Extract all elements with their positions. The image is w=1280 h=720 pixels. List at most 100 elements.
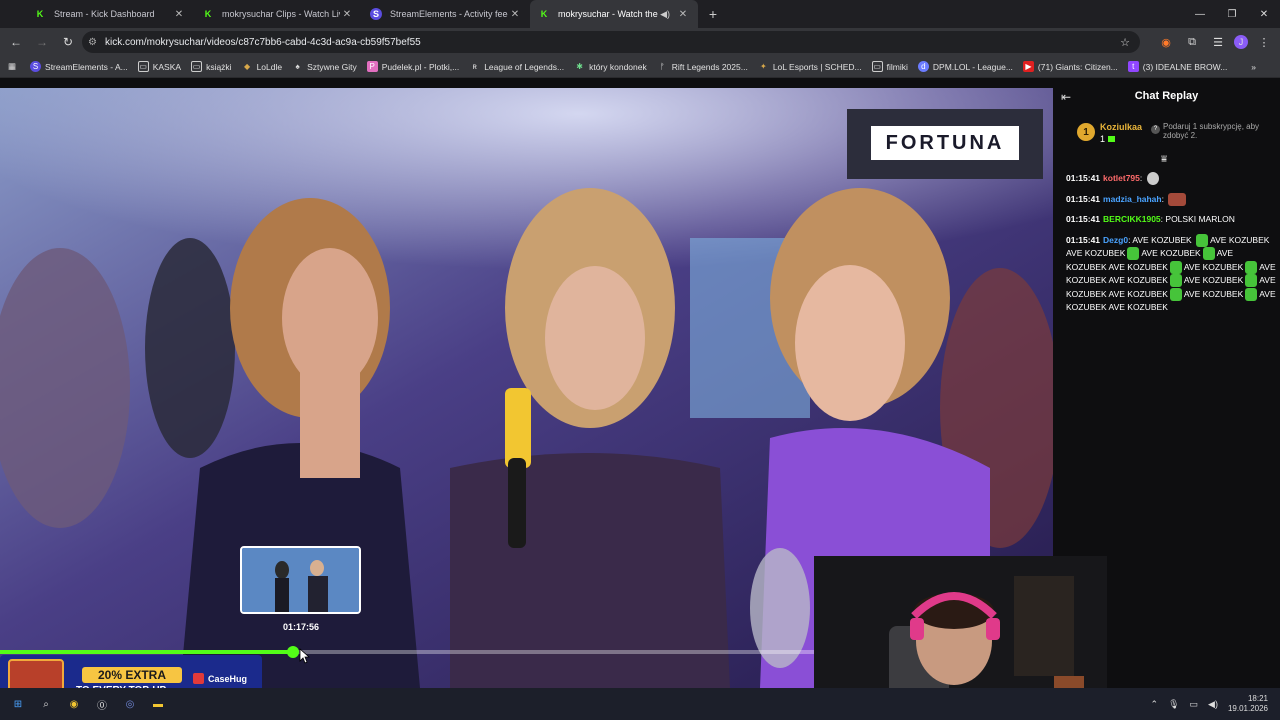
lolesports-icon: ✦ (759, 62, 767, 71)
ad-headline: 20% EXTRA (82, 667, 182, 683)
page-gap (0, 78, 1280, 88)
emote-icon (1245, 260, 1258, 274)
bookmarks-overflow-icon[interactable]: » (1251, 62, 1256, 72)
bookmark-item[interactable]: S StreamElements - A... (30, 61, 128, 72)
site-info-icon[interactable]: ⚙ (88, 37, 97, 48)
bookmark-label: LoL Esports | SCHED... (772, 61, 862, 72)
sponsor-text: FORTUNA (871, 126, 1019, 160)
bookmark-item[interactable]: ✦ LoL Esports | SCHED... (758, 61, 862, 72)
bookmark-folder[interactable]: ▭ filmiki (871, 61, 908, 72)
forward-icon[interactable]: → (30, 30, 54, 54)
league-icon: ʀ (472, 62, 477, 71)
network-icon[interactable]: ▭ (1190, 699, 1199, 710)
speaker-icon[interactable]: ◀) (660, 9, 670, 20)
search-icon[interactable]: ⌕ (38, 696, 54, 712)
bookmark-star-icon[interactable]: ☆ (1120, 36, 1130, 49)
chat-message: 01:15:41 madzia_hahah: (1066, 192, 1276, 207)
apps-grid-icon[interactable]: ▦ (8, 61, 16, 72)
tab-streamelements[interactable]: S StreamElements - Activity feed ✕ (362, 0, 530, 28)
close-icon[interactable]: ✕ (340, 9, 354, 20)
message-user[interactable]: Dezg0 (1103, 235, 1128, 245)
tab-kick-clips[interactable]: K mokrysuchar Clips - Watch Live ✕ (194, 0, 362, 28)
new-tab-button[interactable]: + (698, 0, 728, 28)
gift-icon: ? (1151, 125, 1160, 134)
bookmark-item[interactable]: d DPM.LOL - League... (917, 61, 1013, 72)
back-icon[interactable]: ← (4, 30, 28, 54)
progress-fill (0, 650, 294, 654)
bookmark-folder[interactable]: ▭ KASKA (137, 61, 181, 72)
emote-icon (1202, 247, 1215, 261)
tab-kick-dashboard[interactable]: K Stream - Kick Dashboard ✕ (26, 0, 194, 28)
menu-kebab-icon[interactable]: ⋮ (1254, 32, 1274, 52)
close-icon[interactable]: ✕ (172, 9, 186, 20)
url-text: kick.com/mokrysuchar/videos/c87c7bb6-cab… (104, 36, 421, 48)
chat-message: 01:15:41 Dezg0: AVE KOZUBEK AVE KOZUBEK A… (1066, 233, 1276, 315)
message-text: AVE KOZUBEK (1183, 261, 1244, 272)
volume-icon[interactable]: ◀) (1208, 699, 1218, 710)
bookmark-label: Pudelek.pl - Plotki,... (381, 61, 460, 72)
chevron-up-icon[interactable]: ⌃ (1151, 699, 1159, 710)
minimize-icon[interactable]: — (1184, 0, 1216, 28)
kick-icon: K (36, 9, 44, 19)
emote-icon (1169, 260, 1182, 274)
chat-filter-icon[interactable]: ⩸ (1161, 154, 1167, 165)
tab-title: mokrysuchar Clips - Watch Live (222, 9, 340, 19)
clock[interactable]: 18:21 19.01.2026 (1228, 694, 1268, 714)
discord-icon[interactable]: ◎ (122, 696, 138, 712)
extension-icon[interactable]: ◉ (1156, 32, 1176, 52)
mouse-cursor-icon (299, 648, 310, 664)
profile-avatar[interactable]: J (1234, 35, 1248, 49)
extensions-puzzle-icon[interactable]: ⧉ (1182, 32, 1202, 52)
reading-list-icon[interactable]: ☰ (1208, 32, 1228, 52)
message-user[interactable]: kotlet795 (1103, 173, 1140, 183)
tab-title: StreamElements - Activity feed (390, 9, 508, 19)
close-window-icon[interactable]: ✕ (1248, 0, 1280, 28)
taskbar-apps: ⊞ ⌕ ◉ ⓪ ◎ ▬ (10, 696, 166, 712)
message-text: AVE KOZUBEK (1066, 248, 1126, 258)
video-progress-bar[interactable] (0, 646, 815, 658)
leaderboard-username[interactable]: Koziulkaa (1100, 122, 1142, 132)
windows-start-icon[interactable]: ⊞ (10, 696, 26, 712)
close-icon[interactable]: ✕ (508, 9, 522, 20)
bookmark-item[interactable]: P Pudelek.pl - Plotki,... (366, 61, 460, 72)
chat-message: 01:15:41 kotlet795: (1066, 172, 1276, 186)
emote-icon (1196, 233, 1209, 247)
restore-icon[interactable]: ❐ (1216, 0, 1248, 28)
bookmark-label: który kondonek (589, 61, 647, 72)
clock-date: 19.01.2026 (1227, 704, 1268, 713)
message-user[interactable]: BERCIKK1905 (1103, 214, 1161, 224)
system-tray: ⌃ 🎙 ▭ ◀) 18:21 19.01.2026 (1151, 694, 1268, 714)
close-icon[interactable]: ✕ (676, 9, 690, 20)
rank-medal-icon: 1 (1077, 123, 1095, 141)
gift-prompt[interactable]: Podaruj 1 subskrypcję, aby zdobyć 2. (1163, 122, 1273, 140)
address-bar[interactable]: ⚙ kick.com/mokrysuchar/videos/c87c7bb6-c… (82, 31, 1140, 53)
bookmark-item[interactable]: ✱ który kondonek (574, 61, 647, 72)
bookmark-item[interactable]: ♠ Sztywne Gity (292, 61, 356, 72)
emote-icon (1168, 192, 1187, 206)
sponsor-banner: FORTUNA (847, 109, 1043, 179)
folder-icon[interactable]: ▬ (150, 696, 166, 712)
app-icon[interactable]: ⓪ (94, 696, 110, 712)
bookmark-item[interactable]: ʀ League of Legends... (469, 61, 565, 72)
message-user[interactable]: madzia_hahah (1103, 194, 1162, 204)
bookmark-label: książki (206, 61, 232, 72)
bookmark-item[interactable]: ◆ LoLdle (242, 61, 282, 72)
tab-kick-video[interactable]: K mokrysuchar - Watch the V ◀) ✕ (530, 0, 698, 28)
bookmark-folder[interactable]: ▭ książki (191, 61, 232, 72)
bookmark-label: filmiki (886, 61, 908, 72)
tab-title: mokrysuchar - Watch the V (558, 9, 661, 19)
message-text: AVE KOZUBEK (1108, 288, 1168, 299)
chrome-icon[interactable]: ◉ (66, 696, 82, 712)
bookmark-item[interactable]: t (3) IDEALNE BROW... (1127, 61, 1228, 72)
bookmark-item[interactable]: ᚠ Rift Legends 2025... (657, 61, 748, 72)
bookmark-item[interactable]: ▶ (71) Giants: Citizen... (1022, 61, 1118, 72)
folder-icon: ▭ (191, 61, 203, 72)
microphone-icon[interactable]: 🎙 (1168, 699, 1179, 710)
sub-badge-icon (1108, 136, 1116, 142)
bookmark-label: (3) IDEALNE BROW... (1142, 61, 1228, 72)
loldle-icon: ◆ (244, 62, 251, 71)
pudelek-icon: P (366, 61, 378, 72)
reload-icon[interactable]: ↻ (56, 30, 80, 54)
message-text: AVE KOZUBEK (1108, 275, 1168, 285)
message-text: AVE KOZUBEK (1108, 261, 1168, 272)
